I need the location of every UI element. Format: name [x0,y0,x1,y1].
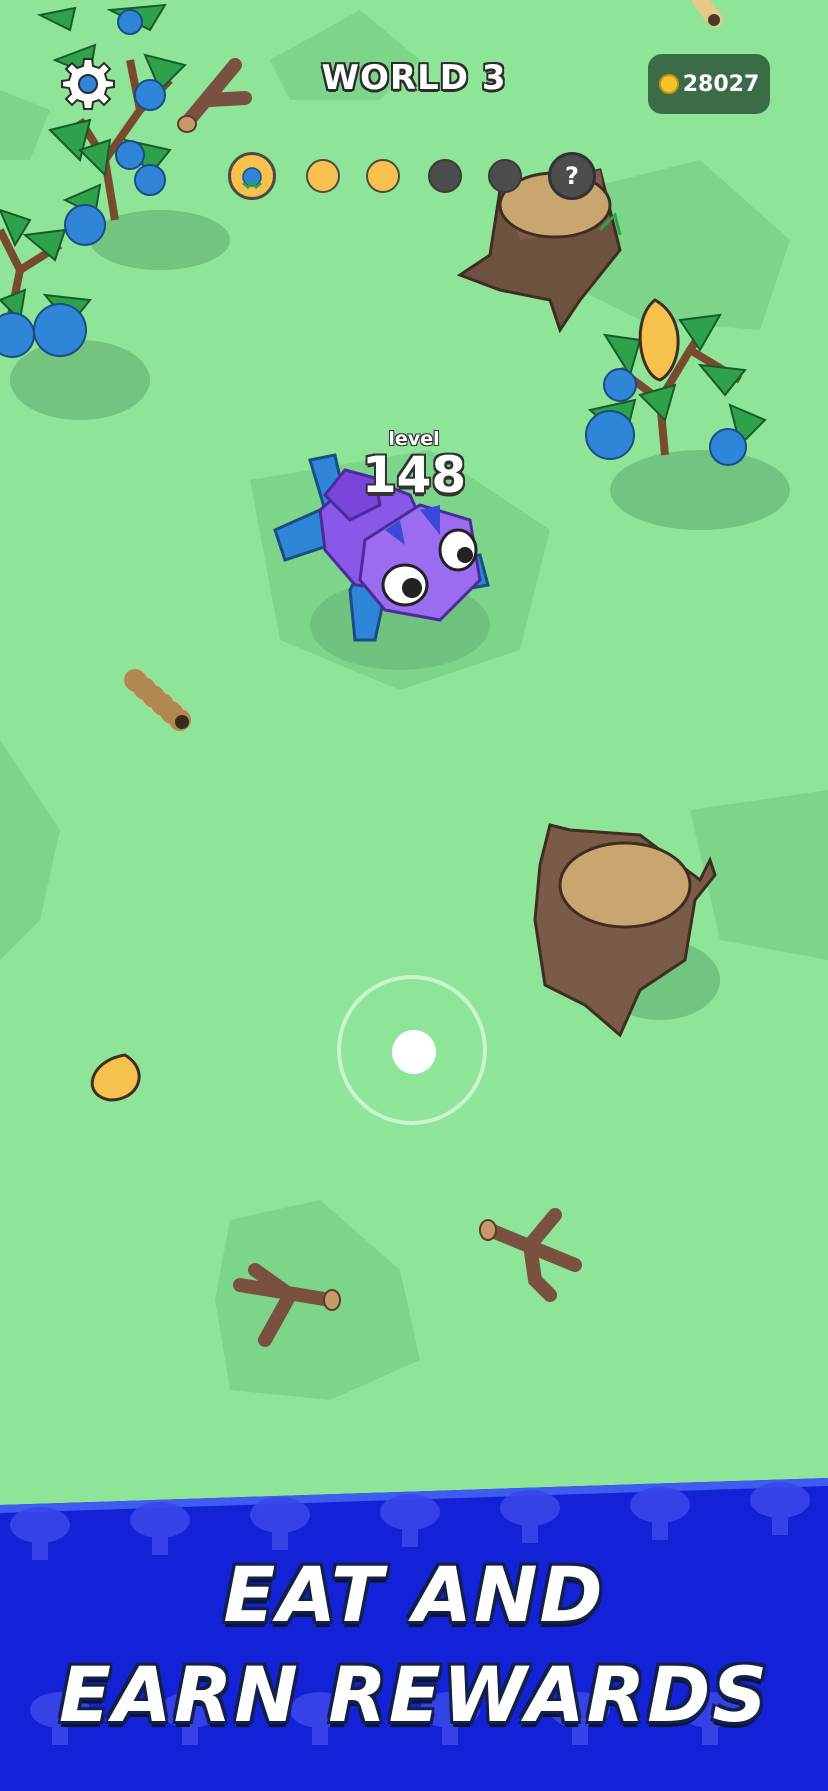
tree-shadow [610,450,790,530]
stage-mystery: ? [548,152,596,200]
worm-top-right [692,0,723,28]
banner-headline-1: EAT AND [223,1550,605,1639]
stage-locked [428,159,462,193]
coin-counter: 28027 [648,54,770,114]
stage-done [366,159,400,193]
grass-patch [0,90,50,160]
branch-bottom-right [479,1208,582,1302]
tree-top-left [36,3,187,246]
fruit-yellow [90,1053,141,1102]
joystick[interactable] [337,975,487,1125]
stage-locked [488,159,522,193]
coin-value: 28027 [682,71,760,97]
banner-headline-2: EARN REWARDS [58,1650,770,1739]
stage-current [228,152,276,200]
stump-top [456,168,622,334]
grass-patch [0,740,60,960]
stage-done [306,159,340,193]
coin-icon [658,74,679,94]
worm-left [124,669,191,731]
level-value: 148 [361,446,467,504]
joystick-knob[interactable] [392,1030,436,1074]
tree-shadow [10,340,150,420]
game-world [0,0,828,1791]
creature-icon [242,167,262,189]
